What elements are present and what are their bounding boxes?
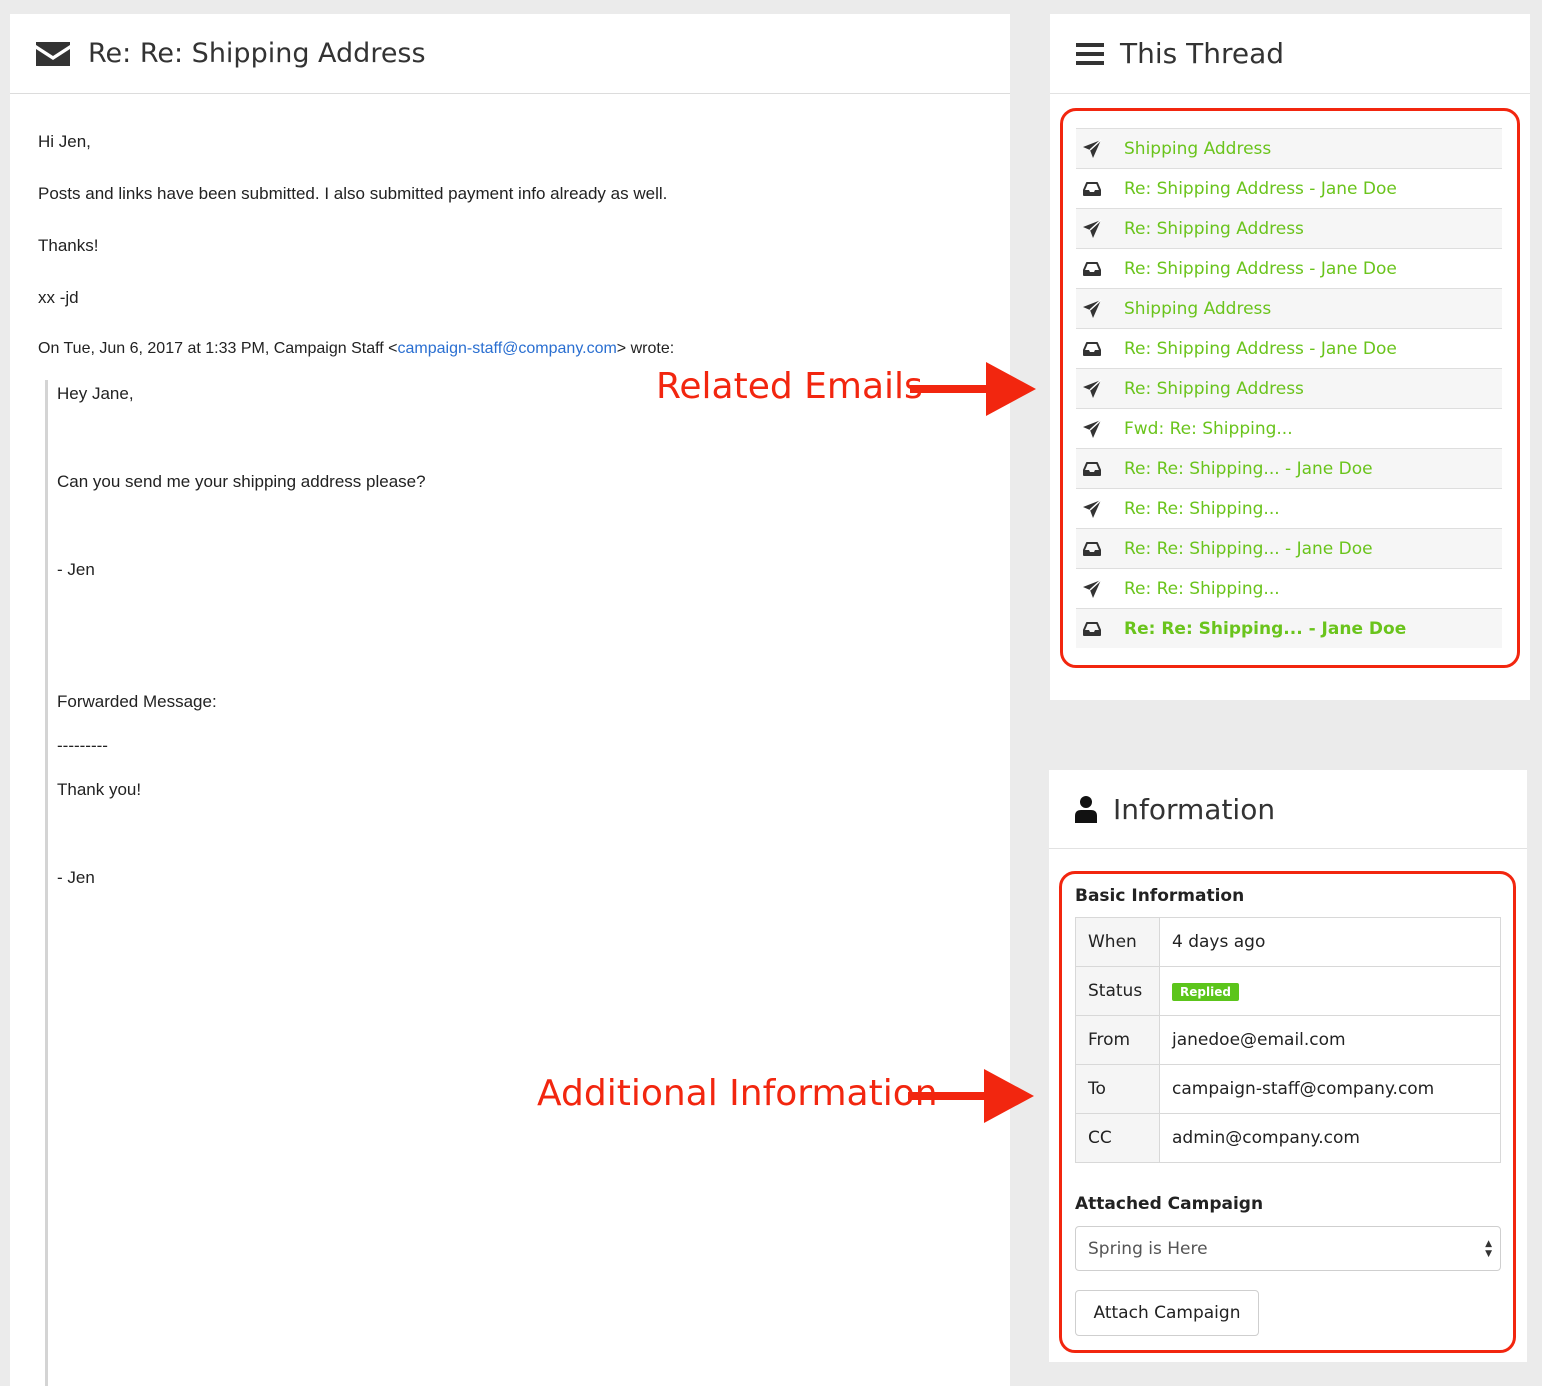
info-header: Information [1049,770,1527,849]
related-emails-annotation: Related Emails [656,366,923,407]
email-thanks: Thanks! [38,236,99,255]
email-greeting: Hi Jen, [38,132,91,151]
list-icon [1076,42,1104,65]
thread-header: This Thread [1050,14,1530,94]
email-signoff: xx -jd [38,288,79,307]
additional-info-annotation: Additional Information [537,1073,938,1114]
quoted-greeting: Hey Jane, [57,384,134,403]
quote-email-link[interactable]: campaign-staff@company.com [398,340,617,357]
info-title: Information [1113,792,1276,826]
email-subject: Re: Re: Shipping Address [88,38,426,69]
quote-intro-prefix: On Tue, Jun 6, 2017 at 1:33 PM, [38,340,270,357]
email-line: Posts and links have been submitted. I a… [38,184,668,203]
quote-intro: On Tue, Jun 6, 2017 at 1:33 PM, Campaign… [38,340,674,358]
forwarded-thanks: Thank you! [57,780,142,799]
quoted-sign: - Jen [57,560,95,579]
email-header: Re: Re: Shipping Address [10,14,1010,94]
quote-suffix: > wrote: [616,340,675,357]
forwarded-divider: --------- [57,736,108,755]
forwarded-label: Forwarded Message: [57,692,217,711]
additional-info-highlight [1059,871,1516,1353]
quoted-question: Can you send me your shipping address pl… [57,472,426,491]
user-icon [1075,796,1097,823]
related-emails-highlight [1060,108,1520,668]
arrow-right-icon [908,1069,1034,1123]
quote-bar [45,380,48,1386]
quote-sender: Campaign Staff < [273,340,398,357]
thread-title: This Thread [1120,37,1285,70]
email-panel: Re: Re: Shipping Address Hi Jen, Posts a… [10,14,1010,1386]
forwarded-sign: - Jen [57,868,95,887]
arrow-right-icon [910,362,1036,416]
envelope-icon [36,41,70,66]
